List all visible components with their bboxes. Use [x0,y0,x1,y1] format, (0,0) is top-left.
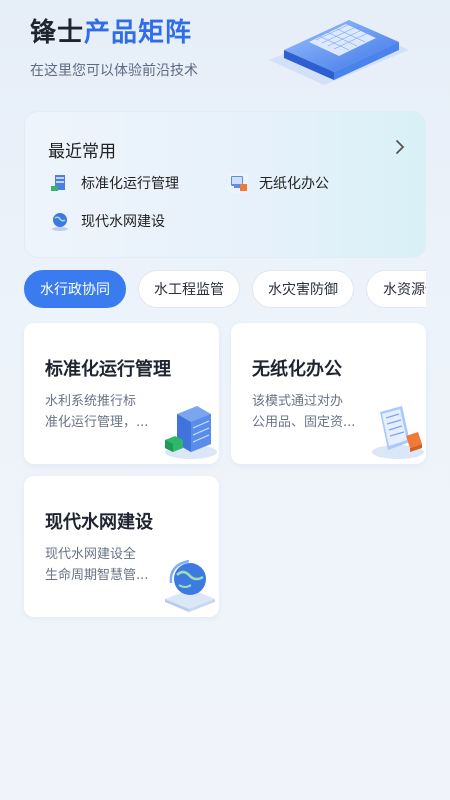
card-desc-line: 准化运行管理，... [45,415,149,430]
recent-panel: 最近常用 标准化运行管理 无纸化办公 现代水网建设 [24,111,426,258]
recent-item-label: 无纸化办公 [259,176,329,192]
card-desc-line: 水利系统推行标 [45,394,137,409]
chevron-right-icon[interactable] [393,138,407,156]
card-desc-line: 该模式通过对办 [252,394,344,409]
globe-icon [165,559,215,612]
page-title: 锋士产品矩阵 [30,12,192,49]
server-rack-icon [50,173,70,193]
category-tabs: 水行政协同 水工程监管 水灾害防御 水资源保护 [24,270,426,310]
tab-water-engineering[interactable]: 水工程监管 [138,270,240,308]
card-description: 现代水网建设全 生命周期智慧管... [45,544,157,586]
title-part-1: 锋士 [30,18,85,48]
card-desc-line: 生命周期智慧管... [45,568,149,583]
card-desc-line: 公用品、固定资... [252,415,356,430]
chip-illustration [269,20,409,85]
document-icon [372,406,424,459]
card-title: 无纸化办公 [252,359,342,380]
recent-item-paperless[interactable]: 无纸化办公 [225,170,329,196]
tab-water-disaster[interactable]: 水灾害防御 [252,270,354,308]
title-part-2: 产品矩阵 [84,18,193,48]
card-title: 现代水网建设 [45,512,153,533]
recent-item-label: 标准化运行管理 [81,176,179,192]
page-subtitle: 在这里您可以体验前沿技术 [30,63,198,79]
card-description: 水利系统推行标 准化运行管理，... [45,391,157,433]
card-description: 该模式通过对办 公用品、固定资... [252,391,364,433]
recent-item-label: 现代水网建设 [81,214,165,230]
globe-icon [50,211,70,231]
tab-water-resources[interactable]: 水资源保护 [366,270,426,308]
page-header: 锋士产品矩阵 在这里您可以体验前沿技术 [0,0,450,110]
server-rack-icon [165,406,217,459]
product-card-paperless[interactable]: 无纸化办公 该模式通过对办 公用品、固定资... [231,323,426,464]
recent-item-water-network[interactable]: 现代水网建设 [47,208,165,234]
recent-title: 最近常用 [48,142,116,162]
tab-water-admin[interactable]: 水行政协同 [24,270,126,308]
card-desc-line: 现代水网建设全 [45,547,137,562]
recent-item-standard-ops[interactable]: 标准化运行管理 [47,170,179,196]
computer-icon [228,173,248,193]
card-title: 标准化运行管理 [45,359,171,380]
product-card-standard-ops[interactable]: 标准化运行管理 水利系统推行标 准化运行管理，... [24,323,219,464]
product-card-water-network[interactable]: 现代水网建设 现代水网建设全 生命周期智慧管... [24,476,219,617]
